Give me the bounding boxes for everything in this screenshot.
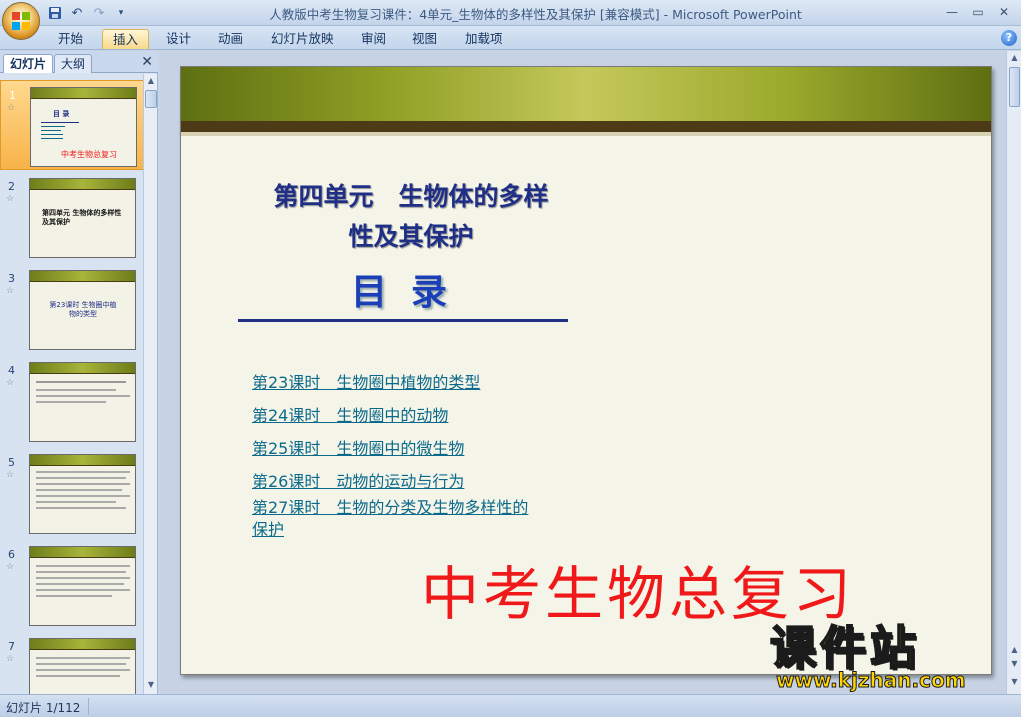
slide-header-stripe — [181, 121, 991, 132]
thumbnail-band — [30, 455, 135, 466]
thumbnail-preview — [29, 546, 136, 626]
undo-icon[interactable]: ↶ — [68, 4, 86, 22]
tab-animations[interactable]: 动画 — [208, 29, 253, 49]
slide-number: 6 — [8, 548, 15, 561]
animation-star-icon: ☆ — [6, 378, 15, 388]
scrollbar-thumb[interactable] — [1009, 67, 1020, 107]
close-icon[interactable]: ✕ — [991, 2, 1017, 22]
quick-access-toolbar: ↶ ↷ ▾ — [46, 3, 130, 23]
thumbnail-preview: 目 录 中考生物总复习 — [30, 87, 137, 167]
slide-number: 7 — [8, 640, 15, 653]
slide-canvas[interactable]: 第四单元 生物体的多样 性及其保护 目录 第23课时 生物圈中植物的类型 第24… — [180, 66, 992, 675]
thumbnail-band — [30, 547, 135, 558]
customize-icon[interactable]: ▾ — [112, 4, 130, 22]
toc-link-lesson-25[interactable]: 第25课时 生物圈中的微生物 — [252, 438, 464, 460]
window-title: 人教版中考生物复习课件：4单元_生物体的多样性及其保护 [兼容模式] - Mic… — [269, 7, 802, 22]
toc-link-lesson-23[interactable]: 第23课时 生物圈中植物的类型 — [252, 372, 480, 394]
toc-link-lesson-27-cont[interactable]: 保护 — [252, 519, 284, 541]
slide-thumbnail-2[interactable]: 2 ☆ 第四单元 生物体的多样性及其保护 — [0, 172, 144, 262]
prev-slide-icon[interactable]: ▲ — [1009, 645, 1020, 657]
slide-thumbnails: 1 ☆ 目 录 中考生物总复习 2 ☆ 第四单元 生物体的多样性及其保护 3 ☆… — [0, 74, 144, 694]
scroll-up-icon[interactable]: ▲ — [145, 75, 157, 87]
thumbnail-preview — [29, 454, 136, 534]
slide-number: 3 — [8, 272, 15, 285]
thumbnails-scrollbar[interactable]: ▲ ▼ — [143, 74, 157, 694]
slide-header-band — [181, 67, 991, 121]
slide-thumbnail-3[interactable]: 3 ☆ 第23课时 生物圈中植物的类型 — [0, 264, 144, 354]
slide-number: 5 — [8, 456, 15, 469]
next-slide-icon[interactable]: ▼ — [1009, 659, 1020, 671]
animation-star-icon: ☆ — [6, 654, 15, 664]
close-icon[interactable]: ✕ — [141, 54, 153, 70]
slide-thumbnail-1[interactable]: 1 ☆ 目 录 中考生物总复习 — [0, 80, 144, 170]
animation-star-icon: ☆ — [7, 103, 16, 113]
office-logo-icon — [12, 12, 30, 30]
thumbnail-preview: 第23课时 生物圈中植物的类型 — [29, 270, 136, 350]
slide-counter: 幻灯片 1/112 — [6, 701, 81, 715]
thumbnail-band — [30, 179, 135, 190]
office-button[interactable] — [2, 2, 40, 40]
slide-number: 2 — [8, 180, 15, 193]
thumbnail-rule — [41, 122, 79, 123]
tab-addins[interactable]: 加载项 — [455, 29, 513, 49]
thumbnail-band — [30, 639, 135, 650]
slide-thumbnail-6[interactable]: 6 ☆ — [0, 540, 144, 630]
help-icon[interactable]: ? — [1001, 30, 1017, 46]
watermark-logo: 课件站 www.kjzhan.com — [769, 612, 1008, 694]
thumbnail-band — [30, 363, 135, 374]
tab-view[interactable]: 视图 — [402, 29, 447, 49]
animation-star-icon: ☆ — [6, 470, 15, 480]
animation-star-icon: ☆ — [6, 194, 15, 204]
thumbnail-caption: 第四单元 生物体的多样性及其保护 — [42, 209, 122, 226]
heading-underline — [238, 319, 568, 322]
animation-star-icon: ☆ — [6, 286, 15, 296]
scrollbar-thumb[interactable] — [145, 90, 157, 108]
slide-thumbnail-7[interactable]: 7 ☆ — [0, 632, 144, 694]
thumbnail-preview — [29, 638, 136, 694]
slides-pane: 幻灯片 大纲 ✕ 1 ☆ 目 录 中考生物总复习 2 ☆ 第四单元 生物体的多样… — [0, 51, 158, 694]
scroll-down-icon[interactable]: ▼ — [1009, 677, 1020, 689]
status-bar: 幻灯片 1/112 — [0, 694, 1021, 717]
toc-link-lesson-24[interactable]: 第24课时 生物圈中的动物 — [252, 405, 448, 427]
thumbnail-band — [31, 88, 136, 99]
tab-insert[interactable]: 插入 — [102, 29, 150, 49]
slide-editor: 第四单元 生物体的多样 性及其保护 目录 第23课时 生物圈中植物的类型 第24… — [160, 51, 1006, 694]
minimize-icon[interactable]: — — [939, 2, 965, 22]
ribbon-tabs: 开始 插入 设计 动画 幻灯片放映 审阅 视图 加载项 ? — [0, 26, 1021, 50]
thumbnail-band — [30, 271, 135, 282]
tab-design[interactable]: 设计 — [156, 29, 201, 49]
tab-outline[interactable]: 大纲 — [54, 54, 93, 73]
tab-slides[interactable]: 幻灯片 — [3, 54, 54, 73]
thumbnail-heading: 目 录 — [53, 110, 70, 118]
thumbnail-preview: 第四单元 生物体的多样性及其保护 — [29, 178, 136, 258]
tab-home[interactable]: 开始 — [48, 29, 93, 49]
tab-review[interactable]: 审阅 — [351, 29, 396, 49]
slide-thumbnail-4[interactable]: 4 ☆ — [0, 356, 144, 446]
watermark-url: www.kjzhan.com — [776, 668, 967, 693]
title-bar: ↶ ↷ ▾ 人教版中考生物复习课件：4单元_生物体的多样性及其保护 [兼容模式]… — [0, 0, 1021, 26]
slide-title-line1: 第四单元 生物体的多样 — [273, 182, 549, 211]
save-icon[interactable] — [46, 4, 64, 22]
tab-slideshow[interactable]: 幻灯片放映 — [261, 29, 344, 49]
editor-scrollbar[interactable]: ▲ ▲ ▼ ▼ — [1006, 51, 1021, 694]
thumbnail-caption: 第23课时 生物圈中植物的类型 — [49, 301, 117, 318]
toc-link-lesson-27[interactable]: 第27课时 生物的分类及生物多样性的 — [252, 497, 528, 519]
slide-thumbnail-5[interactable]: 5 ☆ — [0, 448, 144, 538]
thumbnail-preview — [29, 362, 136, 442]
thumbnail-caption: 中考生物总复习 — [61, 150, 117, 159]
window-controls: — ▭ ✕ — [939, 2, 1017, 22]
slide-number: 1 — [9, 89, 16, 102]
toc-link-lesson-26[interactable]: 第26课时 动物的运动与行为 — [252, 471, 464, 493]
status-divider — [88, 698, 89, 715]
pane-tabs: 幻灯片 大纲 ✕ — [0, 51, 158, 73]
animation-star-icon: ☆ — [6, 562, 15, 572]
redo-icon[interactable]: ↷ — [90, 4, 108, 22]
slide-number: 4 — [8, 364, 15, 377]
toc-heading[interactable]: 目录 — [321, 263, 501, 315]
scroll-up-icon[interactable]: ▲ — [1009, 53, 1020, 65]
slide-title-line2: 性及其保护 — [348, 222, 474, 251]
slide-title[interactable]: 第四单元 生物体的多样 性及其保护 — [241, 177, 581, 257]
scroll-down-icon[interactable]: ▼ — [145, 679, 157, 691]
maximize-icon[interactable]: ▭ — [965, 2, 991, 22]
